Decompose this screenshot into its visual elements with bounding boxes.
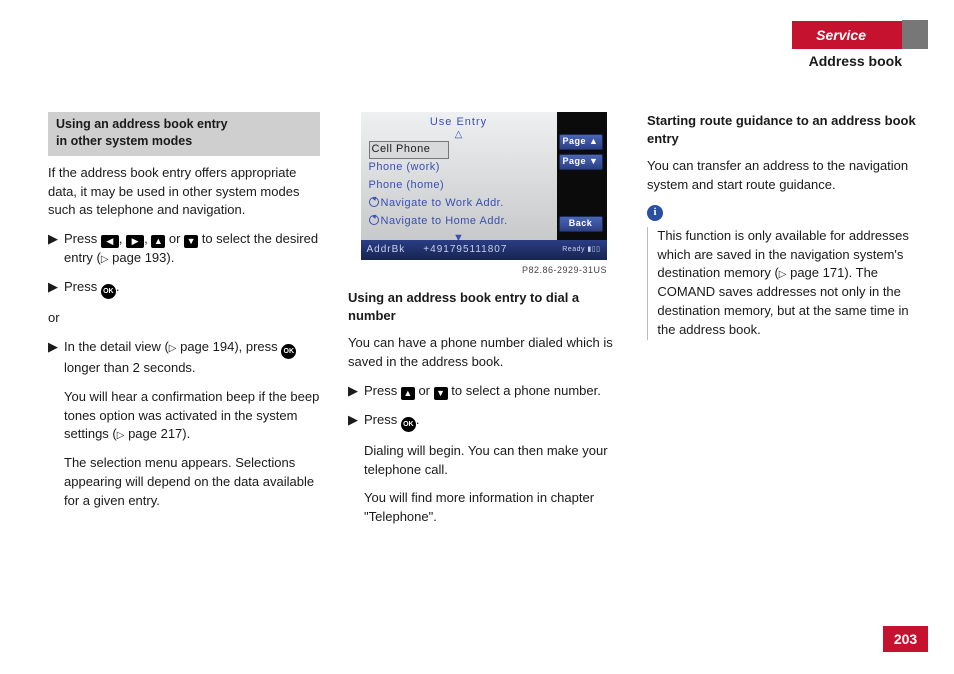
section-title: Address book <box>809 53 902 69</box>
step-bullet-icon: ▶ <box>48 278 64 299</box>
screen-item: Phone (home) <box>369 177 549 195</box>
screen-items: Cell Phone Phone (work) Phone (home) Nav… <box>361 139 557 231</box>
info-note: i This function is only available for ad… <box>647 205 918 340</box>
col1-step3-text: In the detail view (▷ page 194), press O… <box>64 338 320 378</box>
col3-intro: You can transfer an address to the navig… <box>647 157 918 195</box>
up-key-icon: ▲ <box>401 387 415 400</box>
col1-intro: If the address book entry offers appropr… <box>48 164 320 221</box>
col1-note1: You will hear a confirmation beep if the… <box>48 388 320 445</box>
screen-item: Navigate to Home Addr. <box>369 213 549 231</box>
col2-step1-text: Press ▲ or ▼ to select a phone number. <box>364 382 619 401</box>
col2-step1: ▶ Press ▲ or ▼ to select a phone number. <box>348 382 619 401</box>
col1-note2: The selection menu appears. Selections a… <box>48 454 320 511</box>
col1-or: or <box>48 309 320 328</box>
footer-mode: AddrBk <box>367 243 406 258</box>
up-key-icon: ▲ <box>151 235 165 248</box>
col3-heading: Starting route guidance to an address bo… <box>647 112 918 147</box>
t: Press <box>364 412 401 427</box>
t: Press <box>64 231 101 246</box>
footer-number: +491795111807 <box>423 243 507 258</box>
t: or <box>165 231 184 246</box>
right-key-icon: ▶ <box>126 235 144 248</box>
col1-step1-text: Press ◀, ▶, ▲ or ▼ to select the desired… <box>64 230 320 268</box>
t: or <box>415 383 434 398</box>
down-key-icon: ▼ <box>184 235 198 248</box>
col1-heading: Using an address book entry in other sys… <box>48 112 320 156</box>
screen-item: Navigate to Work Addr. <box>369 195 549 213</box>
info-body: This function is only available for addr… <box>647 227 918 340</box>
service-label: Service <box>792 21 902 49</box>
t: to select a phone number. <box>448 383 601 398</box>
screen-item-selected: Cell Phone <box>369 141 449 159</box>
content-columns: Using an address book entry in other sys… <box>48 112 918 537</box>
col1-step2-text: Press OK. <box>64 278 320 299</box>
col2-note1: Dialing will begin. You can then make yo… <box>348 442 619 480</box>
t: , <box>144 231 151 246</box>
nav-icon <box>369 215 379 225</box>
t: Navigate to Work Addr. <box>381 197 504 209</box>
col2-note2: You will find more information in chapte… <box>348 489 619 527</box>
ok-key-icon: OK <box>101 284 116 299</box>
t: Press <box>364 383 401 398</box>
t: Ready <box>562 246 585 253</box>
col1-step2: ▶ Press OK. <box>48 278 320 299</box>
softkey-pagedown: Page ▼ <box>559 154 603 170</box>
info-text: This function is only available for addr… <box>657 227 918 340</box>
softkey-pageup: Page ▲ <box>559 134 603 150</box>
t: page 194), press <box>176 339 281 354</box>
scroll-up-icon: △ <box>361 131 557 139</box>
t: . <box>116 279 120 294</box>
t: page 217). <box>124 426 190 441</box>
t: Press <box>64 279 101 294</box>
t: In the detail view ( <box>64 339 169 354</box>
col2-step2-text: Press OK. <box>364 411 619 432</box>
step-bullet-icon: ▶ <box>48 338 64 378</box>
t: Navigate to Home Addr. <box>381 215 508 227</box>
step-bullet-icon: ▶ <box>48 230 64 268</box>
col1-heading-l2: in other system modes <box>56 134 192 148</box>
screen: Use Entry △ Cell Phone Phone (work) Phon… <box>361 112 607 260</box>
t: longer than 2 seconds. <box>64 360 196 375</box>
info-icon: i <box>647 205 663 221</box>
ok-key-icon: OK <box>281 344 296 359</box>
t: , <box>119 231 126 246</box>
screen-item: Phone (work) <box>369 159 549 177</box>
col2-intro: You can have a phone number dialed which… <box>348 334 619 372</box>
left-key-icon: ◀ <box>101 235 119 248</box>
t: . <box>416 412 420 427</box>
ok-key-icon: OK <box>401 417 416 432</box>
nav-icon <box>369 197 379 207</box>
thumb-tab <box>902 20 928 49</box>
col2-step2: ▶ Press OK. <box>348 411 619 432</box>
step-bullet-icon: ▶ <box>348 411 364 432</box>
screen-footer: AddrBk +491795111807 Ready ▮▯▯ <box>361 240 607 260</box>
figure-caption: P82.86-2929-31US <box>348 264 619 277</box>
column-2: Use Entry △ Cell Phone Phone (work) Phon… <box>348 112 619 537</box>
t: page 193). <box>109 250 175 265</box>
screen-main: Use Entry △ Cell Phone Phone (work) Phon… <box>361 112 557 240</box>
header-tab: Service <box>792 20 928 49</box>
col1-heading-l1: Using an address book entry <box>56 117 228 131</box>
t: You will hear a confirmation beep if the… <box>64 389 319 442</box>
column-3: Starting route guidance to an address bo… <box>647 112 918 537</box>
col1-step1: ▶ Press ◀, ▶, ▲ or ▼ to select the desir… <box>48 230 320 268</box>
down-key-icon: ▼ <box>434 387 448 400</box>
col2-heading: Using an address book entry to dial a nu… <box>348 289 619 324</box>
ref-icon: ▷ <box>101 253 109 268</box>
col1-step3: ▶ In the detail view (▷ page 194), press… <box>48 338 320 378</box>
column-1: Using an address book entry in other sys… <box>48 112 320 537</box>
step-bullet-icon: ▶ <box>348 382 364 401</box>
page-number: 203 <box>883 626 928 652</box>
footer-ready: Ready ▮▯▯ <box>562 245 600 255</box>
comand-screenshot: Use Entry △ Cell Phone Phone (work) Phon… <box>361 112 607 260</box>
softkey-back: Back <box>559 216 603 232</box>
